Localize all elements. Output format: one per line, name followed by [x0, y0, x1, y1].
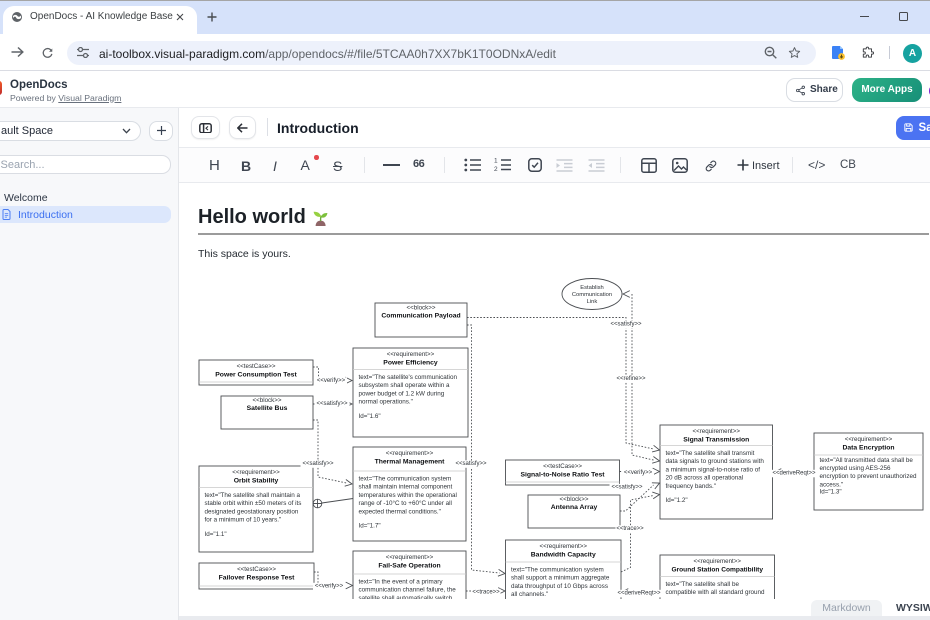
svg-text:Signal Transmission: Signal Transmission	[683, 436, 749, 443]
svg-text:<<satisfy>>: <<satisfy>>	[611, 485, 643, 491]
svg-text:20 dB across all operational: 20 dB across all operational	[666, 475, 744, 482]
svg-text:Id="1.2": Id="1.2"	[666, 497, 688, 504]
svg-text:text="The satellite shall main: text="The satellite shall maintain a	[205, 492, 301, 499]
svg-text:1: 1	[494, 158, 498, 165]
svg-text:text="All transmitted data sha: text="All transmitted data shall be	[820, 457, 914, 464]
svg-text:Fail-Safe Operation: Fail-Safe Operation	[378, 562, 440, 569]
svg-text:<<block>>: <<block>>	[560, 496, 589, 503]
svg-text:<<satisfy>>: <<satisfy>>	[316, 401, 348, 407]
svg-text:<<requirement>>: <<requirement>>	[386, 554, 434, 561]
svg-text:Antenna Array: Antenna Array	[551, 504, 598, 511]
svg-text:stable orbit within ±50 meters: stable orbit within ±50 meters of its	[205, 500, 302, 507]
svg-text:normal operations.": normal operations."	[359, 399, 413, 406]
svg-text:shall support a minimum aggreg: shall support a minimum aggregate	[511, 575, 610, 582]
svg-text:2: 2	[494, 166, 498, 172]
svg-text:encryption to prevent unauthor: encryption to prevent unauthorized	[820, 473, 917, 480]
svg-text:data signals to ground station: data signals to ground stations with	[666, 458, 765, 465]
svg-text:<<satisfy>>: <<satisfy>>	[610, 322, 642, 328]
svg-text:frequency bands.": frequency bands."	[666, 483, 717, 490]
svg-text:<<requirement>>: <<requirement>>	[694, 558, 742, 565]
svg-text:data throughput of 10 Gbps acr: data throughput of 10 Gbps across	[511, 583, 608, 590]
svg-text:<<requirement>>: <<requirement>>	[386, 450, 434, 457]
svg-text:shall maintain internal compon: shall maintain internal component	[359, 484, 453, 491]
svg-text:<<testCase>>: <<testCase>>	[543, 463, 582, 470]
svg-text:communication channel failure,: communication channel failure, the	[359, 587, 457, 594]
svg-text:text="The communication system: text="The communication system	[511, 567, 604, 574]
svg-text:Id="1.3": Id="1.3"	[820, 489, 842, 496]
svg-text:Communication Payload: Communication Payload	[381, 313, 460, 320]
svg-text:<<refine>>: <<refine>>	[616, 376, 646, 382]
svg-text:text="The satellite shall be: text="The satellite shall be	[666, 581, 740, 588]
svg-text:<<block>>: <<block>>	[407, 304, 436, 311]
svg-text:<<satisfy>>: <<satisfy>>	[455, 461, 487, 467]
svg-text:Bandwidth Capacity: Bandwidth Capacity	[531, 551, 596, 558]
svg-text:text="The satellite's communic: text="The satellite's communication	[359, 374, 458, 381]
svg-text:<<requirement>>: <<requirement>>	[693, 428, 741, 435]
svg-text:all channels.": all channels."	[511, 591, 548, 598]
svg-text:<<requirement>>: <<requirement>>	[540, 543, 588, 550]
svg-text:<<trace>>: <<trace>>	[472, 590, 500, 596]
svg-text:Id="1.6": Id="1.6"	[359, 413, 381, 420]
svg-text:encrypted using AES-256: encrypted using AES-256	[820, 465, 892, 472]
svg-text:<<verify>>: <<verify>>	[317, 378, 346, 384]
svg-text:<<requirement>>: <<requirement>>	[387, 351, 435, 358]
svg-text:expected thermal conditions.": expected thermal conditions."	[359, 508, 441, 515]
svg-text:<<block>>: <<block>>	[253, 397, 282, 404]
svg-text:power budget of 1.2 kW during: power budget of 1.2 kW during	[359, 390, 445, 397]
svg-text:<<testCase>>: <<testCase>>	[237, 566, 276, 573]
svg-text:Orbit Stability: Orbit Stability	[234, 477, 279, 484]
svg-text:range of -10°C to +60°C under: range of -10°C to +60°C under all	[359, 499, 452, 507]
svg-text:Id="1.7": Id="1.7"	[359, 523, 381, 530]
svg-text:Ground Station Compatibility: Ground Station Compatibility	[671, 566, 763, 573]
svg-text:<<deriveReqt>>: <<deriveReqt>>	[617, 591, 661, 597]
svg-text:Establish: Establish	[580, 285, 604, 291]
svg-text:designated geostationary posit: designated geostationary position	[205, 508, 299, 515]
svg-text:subsystem shall operate within: subsystem shall operate within a	[359, 382, 450, 389]
svg-text:Signal-to-Noise Ratio Test: Signal-to-Noise Ratio Test	[520, 471, 605, 478]
svg-text:Link: Link	[587, 299, 598, 305]
svg-text:<<satisfy>>: <<satisfy>>	[302, 461, 334, 467]
svg-text:temperatures within the operat: temperatures within the operational	[359, 492, 457, 499]
svg-text:<<trace>>: <<trace>>	[616, 526, 644, 532]
svg-text:text="The communication system: text="The communication system	[359, 476, 452, 483]
svg-text:Power Efficiency: Power Efficiency	[383, 359, 438, 366]
svg-text:compatible with all standard g: compatible with all standard ground	[666, 589, 766, 596]
svg-text:<<requirement>>: <<requirement>>	[232, 469, 280, 476]
svg-text:<<deriveReqt>>: <<deriveReqt>>	[772, 471, 816, 477]
svg-text:for a minimum of 10 years.": for a minimum of 10 years."	[205, 517, 282, 524]
svg-text:<<verify>>: <<verify>>	[315, 584, 344, 590]
svg-text:<<requirement>>: <<requirement>>	[845, 436, 893, 443]
svg-text:<<testCase>>: <<testCase>>	[237, 363, 276, 370]
svg-text:Power Consumption Test: Power Consumption Test	[215, 371, 297, 378]
svg-text:Thermal Management: Thermal Management	[375, 458, 446, 465]
svg-text:Data Encryption: Data Encryption	[842, 444, 894, 451]
svg-text:Communication: Communication	[572, 292, 612, 298]
svg-text:text="The satellite shall tran: text="The satellite shall transmit	[666, 450, 755, 457]
svg-text:Id="1.1": Id="1.1"	[205, 531, 227, 538]
svg-text:<<verify>>: <<verify>>	[624, 470, 653, 476]
svg-text:Satellite Bus: Satellite Bus	[247, 405, 288, 412]
svg-text:access.": access."	[820, 481, 844, 488]
svg-text:a minimum signal-to-noise rati: a minimum signal-to-noise ratio of	[666, 466, 761, 473]
svg-text:text="In the event of a primar: text="In the event of a primary	[359, 579, 444, 586]
svg-text:Failover Response Test: Failover Response Test	[219, 574, 296, 581]
